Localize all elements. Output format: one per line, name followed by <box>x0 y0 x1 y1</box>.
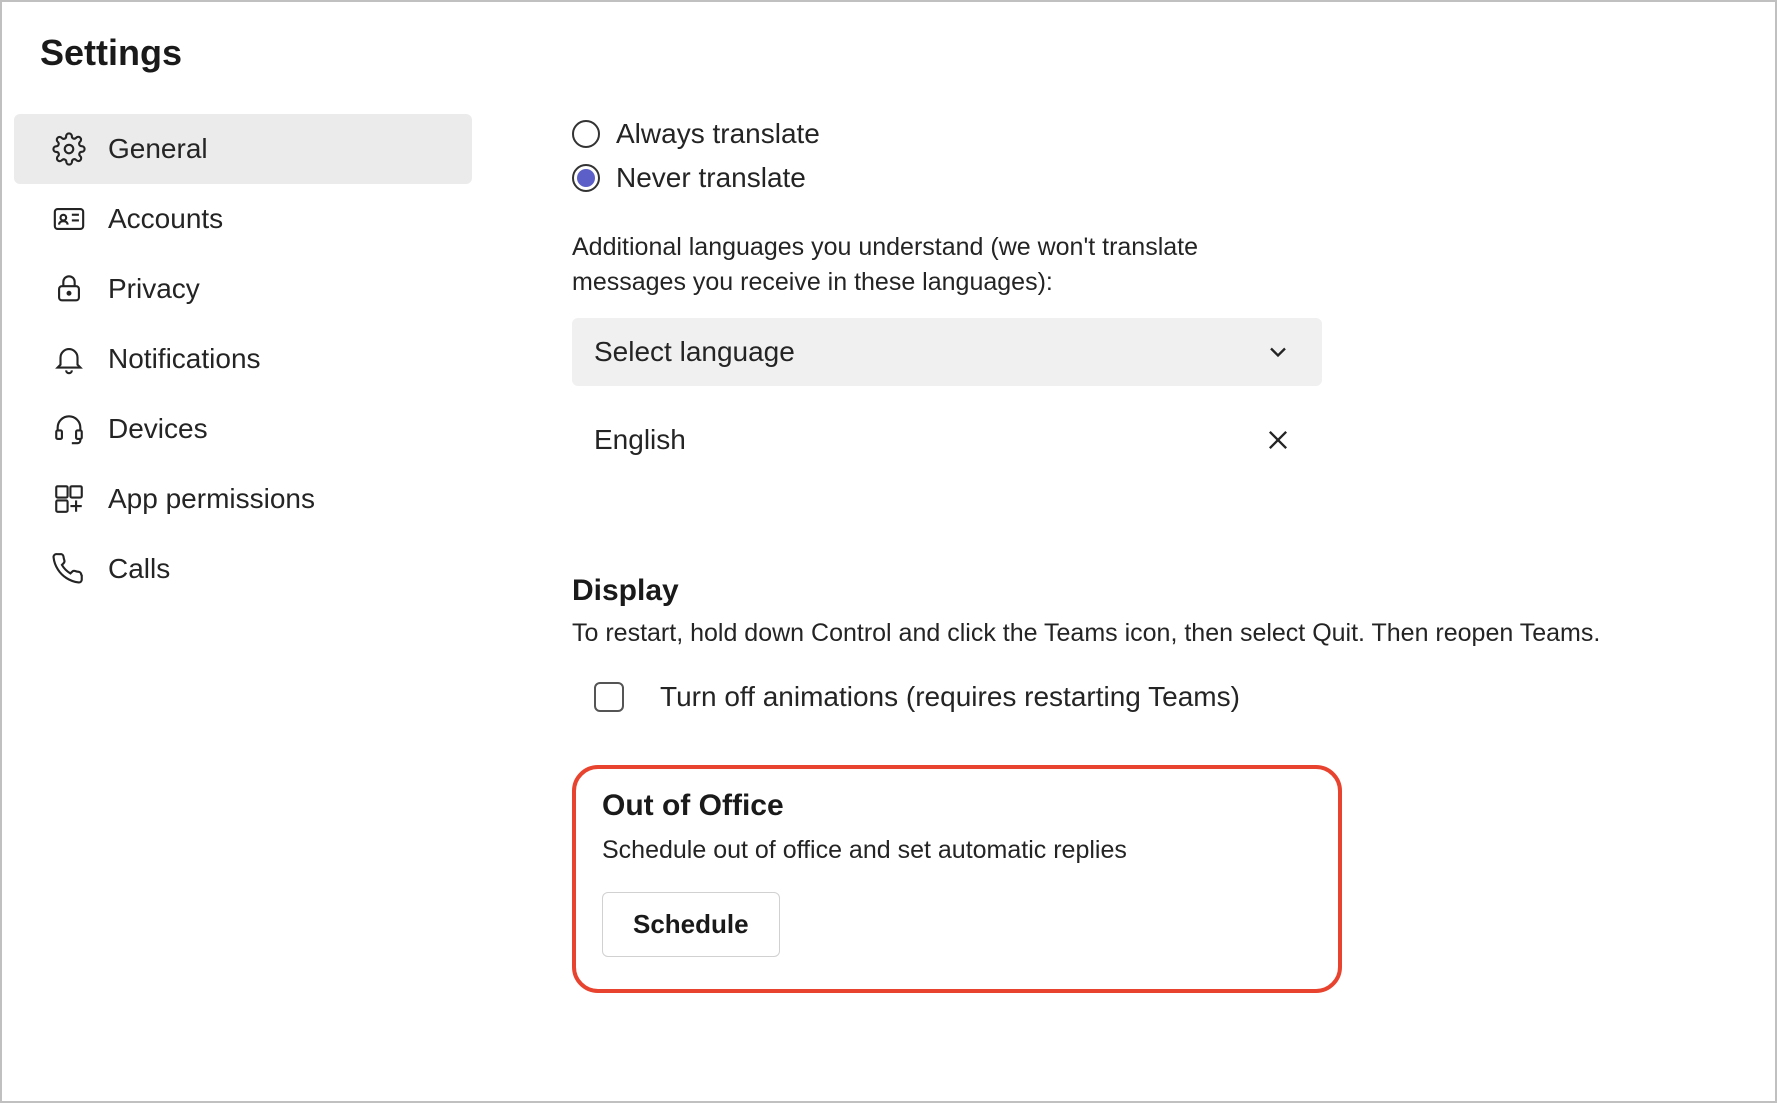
turn-off-animations-row[interactable]: Turn off animations (requires restarting… <box>572 669 1735 725</box>
radio-label: Never translate <box>616 162 806 194</box>
radio-label: Always translate <box>616 118 820 150</box>
remove-language-button[interactable] <box>1264 426 1292 454</box>
bell-icon <box>52 342 86 376</box>
display-restart-hint: To restart, hold down Control and click … <box>572 616 1735 651</box>
phone-icon <box>52 552 86 586</box>
gear-icon <box>52 132 86 166</box>
id-card-icon <box>52 202 86 236</box>
display-title: Display <box>572 574 1735 608</box>
sidebar-item-devices[interactable]: Devices <box>14 394 472 464</box>
sidebar-item-label: General <box>108 133 208 165</box>
sidebar-item-calls[interactable]: Calls <box>14 534 472 604</box>
sidebar-item-label: Notifications <box>108 343 261 375</box>
sidebar-item-label: Privacy <box>108 273 200 305</box>
page-title: Settings <box>2 32 492 114</box>
settings-sidebar: Settings General Accounts Privacy <box>2 32 492 1101</box>
radio-circle-selected-icon <box>572 164 600 192</box>
sidebar-item-general[interactable]: General <box>14 114 472 184</box>
sidebar-item-label: Devices <box>108 413 208 445</box>
sidebar-item-accounts[interactable]: Accounts <box>14 184 472 254</box>
never-translate-radio[interactable]: Never translate <box>572 156 1735 200</box>
chevron-down-icon <box>1264 338 1292 366</box>
checkbox-label: Turn off animations (requires restarting… <box>660 681 1240 713</box>
lock-icon <box>52 272 86 306</box>
apps-icon <box>52 482 86 516</box>
out-of-office-desc: Schedule out of office and set automatic… <box>602 833 1312 868</box>
translate-radio-group: Always translate Never translate <box>572 112 1735 200</box>
sidebar-item-app-permissions[interactable]: App permissions <box>14 464 472 534</box>
select-language-dropdown[interactable]: Select language <box>572 318 1322 386</box>
radio-circle-icon <box>572 120 600 148</box>
settings-main: Always translate Never translate Additio… <box>492 32 1775 1101</box>
sidebar-item-label: Calls <box>108 553 170 585</box>
language-item: English <box>572 406 1322 474</box>
out-of-office-title: Out of Office <box>602 789 1312 823</box>
sidebar-item-label: Accounts <box>108 203 223 235</box>
select-placeholder: Select language <box>594 336 795 368</box>
sidebar-item-privacy[interactable]: Privacy <box>14 254 472 324</box>
headset-icon <box>52 412 86 446</box>
always-translate-radio[interactable]: Always translate <box>572 112 1735 156</box>
additional-languages-help: Additional languages you understand (we … <box>572 230 1302 300</box>
schedule-button[interactable]: Schedule <box>602 892 780 957</box>
display-section: Display To restart, hold down Control an… <box>572 574 1735 725</box>
checkbox-icon[interactable] <box>594 682 624 712</box>
language-name: English <box>594 424 686 456</box>
sidebar-item-notifications[interactable]: Notifications <box>14 324 472 394</box>
out-of-office-section: Out of Office Schedule out of office and… <box>572 765 1342 993</box>
sidebar-item-label: App permissions <box>108 483 315 515</box>
